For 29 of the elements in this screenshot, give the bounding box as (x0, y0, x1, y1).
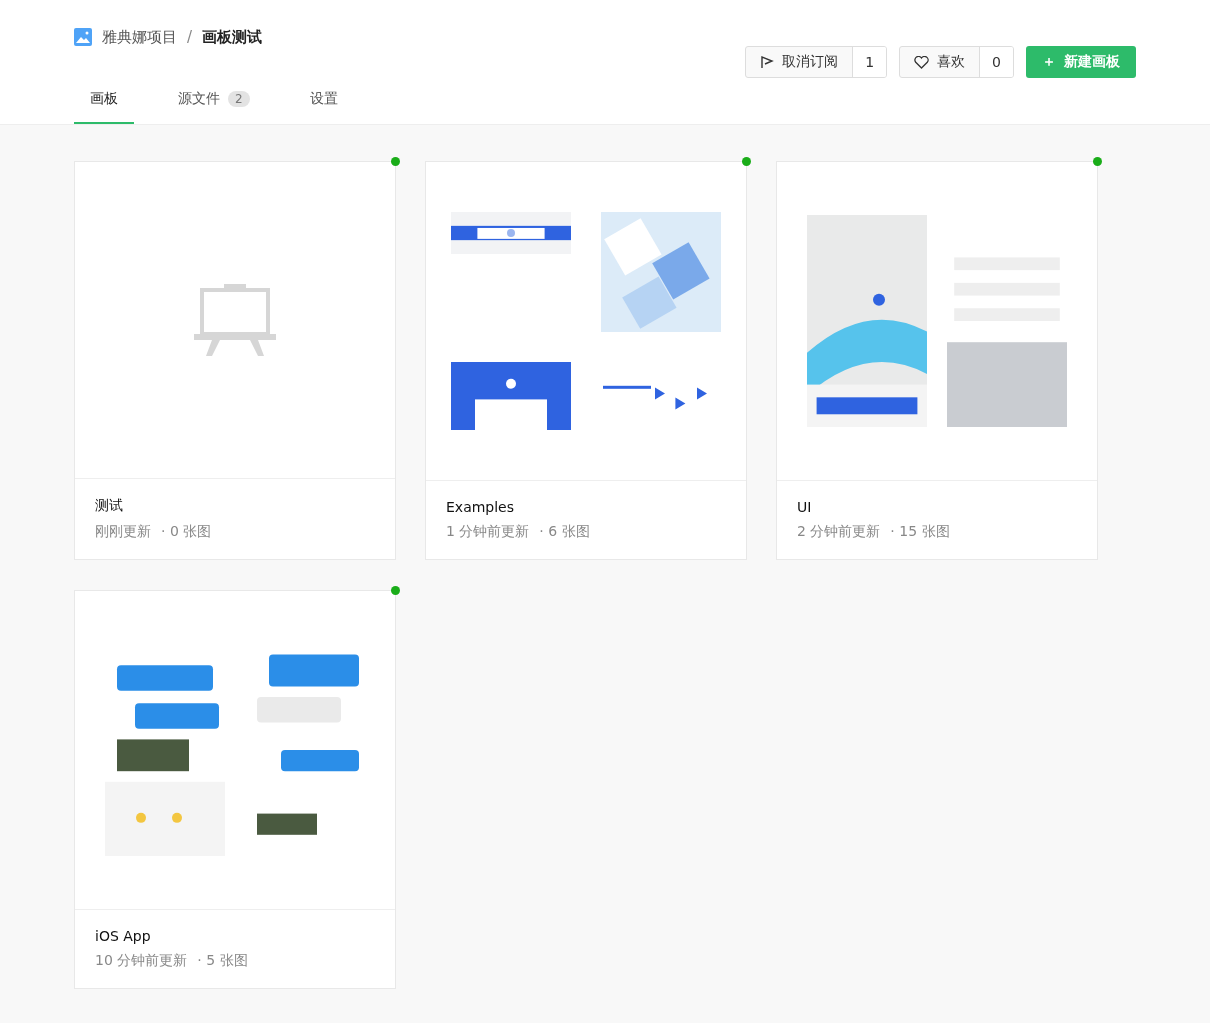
project-link[interactable]: 雅典娜项目 (102, 27, 177, 47)
like-count: 0 (979, 47, 1013, 77)
page-title: 画板测试 (202, 27, 263, 47)
updated-time: 10 分钟前更新 (95, 952, 188, 970)
breadcrumb-separator: / (187, 28, 193, 46)
card-title: 测试 (95, 497, 124, 515)
count-badge: 2 (228, 91, 250, 107)
unsubscribe-button[interactable]: 取消订阅 (746, 47, 853, 77)
card-title: iOS App (95, 928, 152, 944)
heart-icon (914, 55, 930, 69)
like-button[interactable]: 喜欢 (900, 47, 980, 77)
subscriber-count: 1 (852, 47, 887, 77)
card-title: Examples (446, 499, 516, 515)
tab[interactable]: 设置 (293, 76, 354, 124)
unsubscribe-button-group[interactable]: 取消订阅 1 (745, 46, 888, 78)
image-icon (74, 28, 92, 46)
image-count: · 5 张图 (197, 952, 248, 970)
updated-time: 1 分钟前更新 (446, 523, 530, 541)
image-count: · 15 张图 (890, 523, 950, 541)
easel-icon (194, 284, 276, 356)
like-button-group[interactable]: 喜欢 0 (899, 46, 1014, 78)
updated-time: 刚刚更新 (95, 523, 151, 541)
tab[interactable]: 画板 (74, 76, 134, 124)
image-count: · 0 张图 (161, 523, 212, 541)
tab[interactable]: 源文件 2 (162, 76, 266, 124)
updated-time: 2 分钟前更新 (797, 523, 881, 541)
image-count: · 6 张图 (539, 523, 590, 541)
flag-icon (760, 55, 775, 69)
card-title: UI (797, 499, 813, 515)
